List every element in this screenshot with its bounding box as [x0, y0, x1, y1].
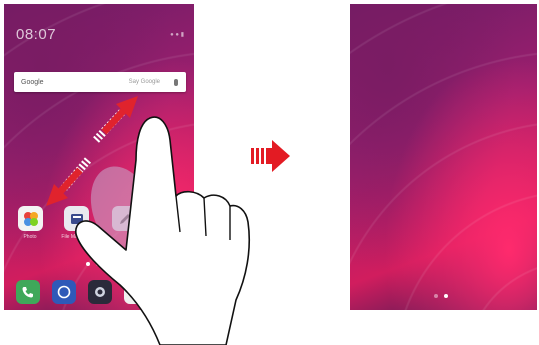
pinch-arrow-up-icon [93, 96, 138, 143]
pinch-arrow-down-icon [46, 157, 92, 206]
next-step-arrow-icon [251, 140, 290, 172]
two-finger-hand-icon [75, 116, 251, 345]
gesture-overlay [46, 96, 290, 345]
